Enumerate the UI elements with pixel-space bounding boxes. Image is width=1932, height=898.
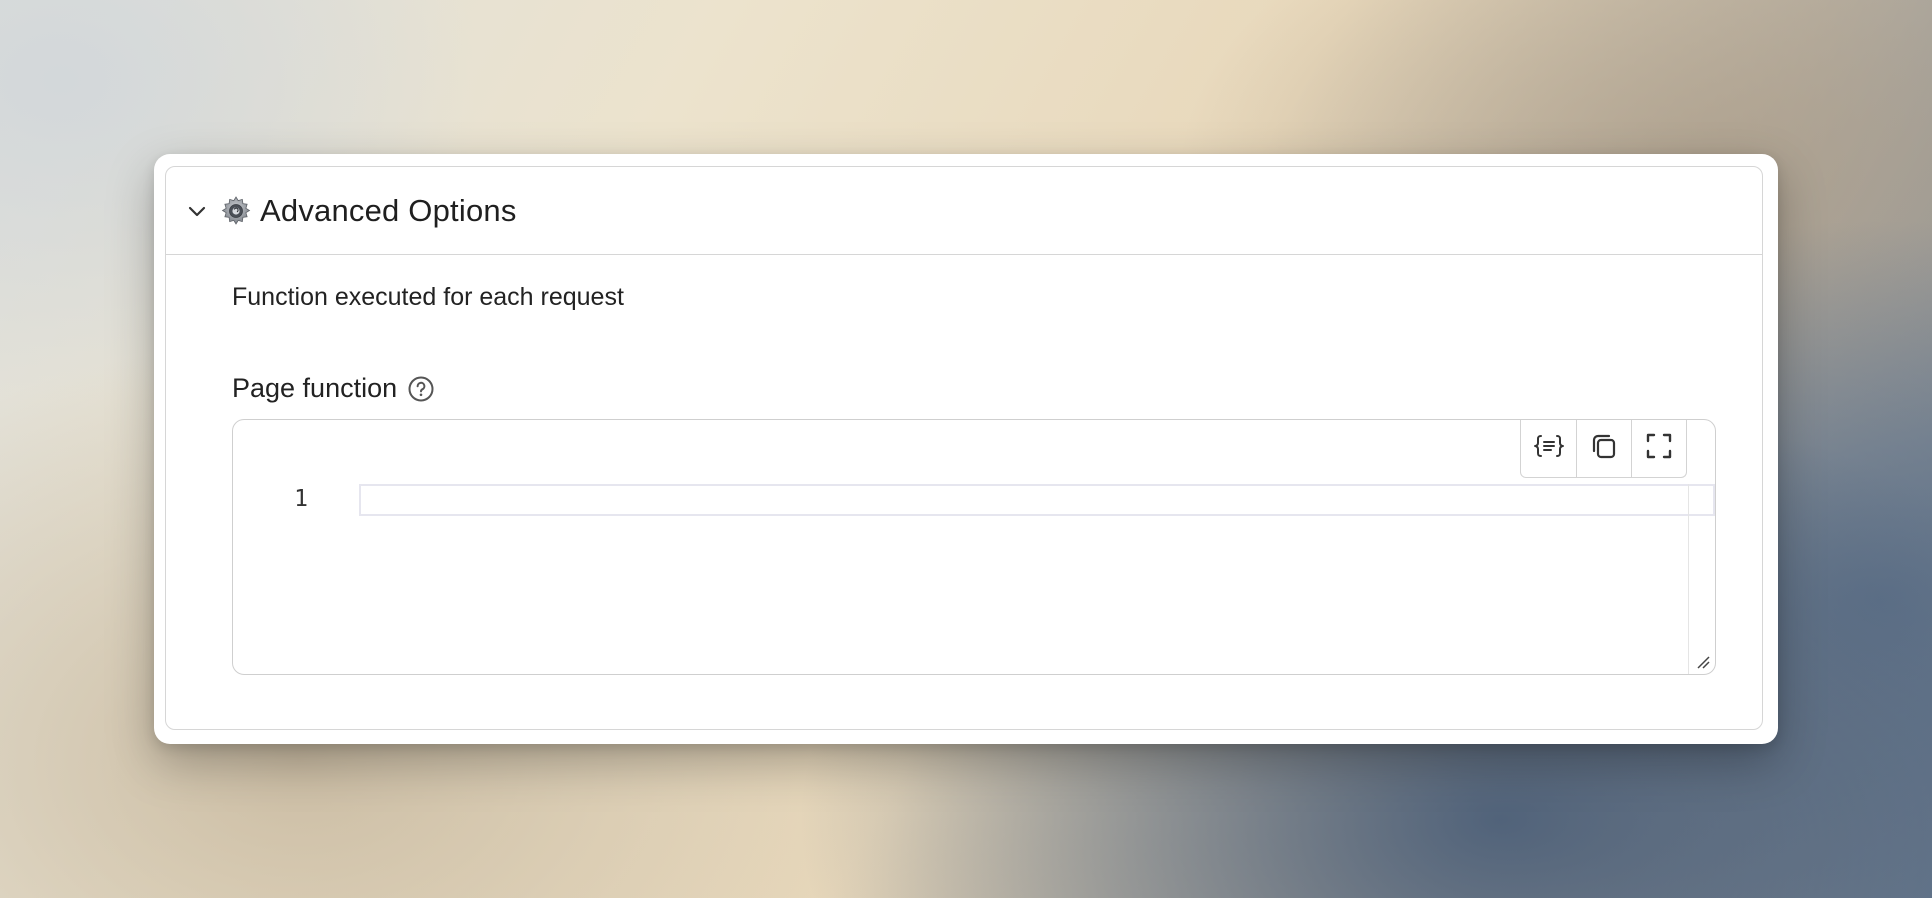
resize-handle-icon[interactable]	[1695, 654, 1711, 670]
advanced-options-panel: Advanced Options Function executed for e…	[165, 166, 1763, 730]
fullscreen-button[interactable]	[1631, 420, 1686, 477]
active-code-line[interactable]	[359, 484, 1715, 516]
field-label: Page function	[232, 373, 398, 403]
gear-icon	[220, 195, 252, 227]
section-description: Function executed for each request	[232, 283, 624, 311]
code-editor[interactable]: 1	[232, 419, 1716, 675]
app-window: Advanced Options Function executed for e…	[154, 154, 1778, 744]
panel-header[interactable]: Advanced Options	[166, 167, 1762, 255]
panel-title: Advanced Options	[260, 192, 517, 228]
copy-icon	[1590, 432, 1618, 465]
format-code-button[interactable]	[1521, 420, 1576, 477]
question-circle-icon[interactable]	[407, 375, 435, 403]
editor-scrollbar[interactable]	[1688, 484, 1689, 674]
line-number: 1	[294, 486, 308, 512]
field-label-row: Page function	[232, 373, 435, 404]
editor-toolbar	[1520, 420, 1687, 478]
braces-format-icon	[1531, 433, 1566, 464]
chevron-down-icon[interactable]	[186, 200, 208, 222]
copy-button[interactable]	[1576, 420, 1631, 477]
fullscreen-icon	[1646, 433, 1672, 464]
